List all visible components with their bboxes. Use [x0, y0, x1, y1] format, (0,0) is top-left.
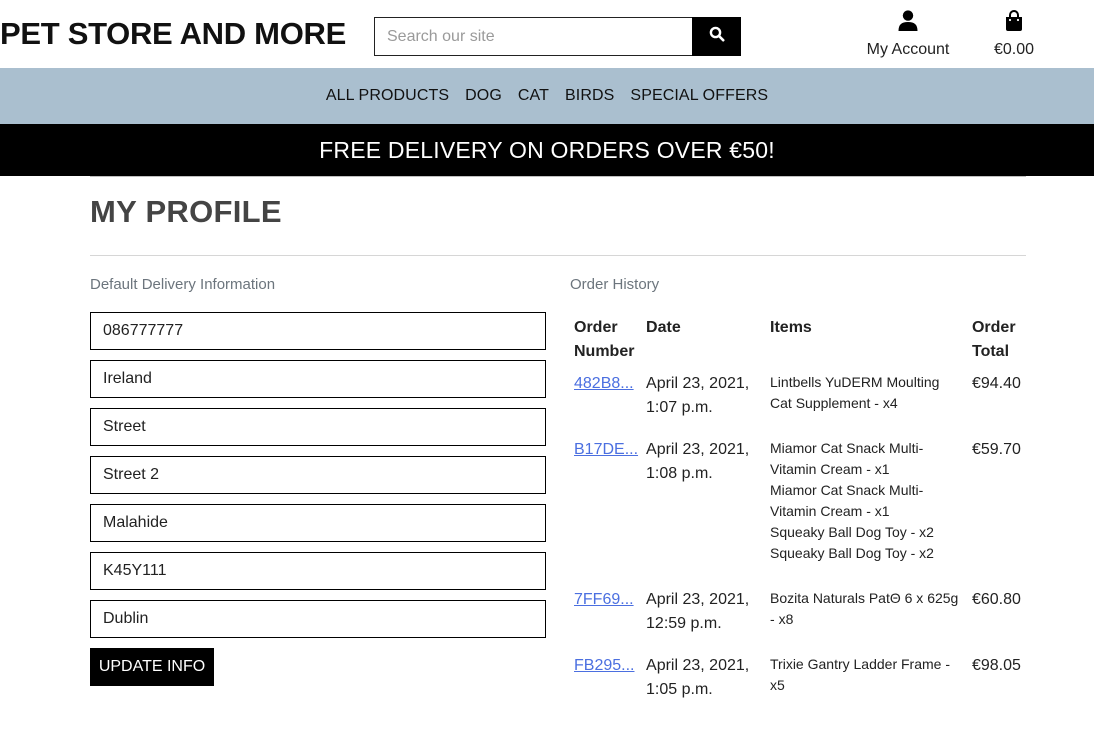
order-items-list: Bozita Naturals PatΘ 6 x 625g - x8 — [770, 588, 964, 630]
order-history-label: Order History — [570, 276, 660, 293]
update-info-button[interactable]: UPDATE INFO — [90, 648, 214, 686]
order-total: €98.05 — [971, 657, 1021, 674]
phone-number-field[interactable] — [90, 312, 546, 350]
street-address-2-field[interactable] — [90, 456, 546, 494]
order-date: April 23, 2021, 1:08 p.m. — [646, 441, 750, 482]
street-address-1-field[interactable] — [90, 408, 546, 446]
user-icon — [898, 10, 918, 41]
delivery-banner: FREE DELIVERY ON ORDERS OVER €50! — [0, 124, 1094, 176]
order-item: Trixie Gantry Ladder Frame - x5 — [770, 656, 950, 693]
order-item: Squeaky Ball Dog Toy - x2 — [770, 524, 934, 540]
my-account-label: My Account — [866, 41, 950, 58]
delivery-form — [90, 312, 546, 648]
shopping-bag-link[interactable]: €0.00 — [988, 10, 1040, 59]
nav-item-birds[interactable]: BIRDS — [565, 87, 614, 105]
delivery-section-label: Default Delivery Information — [90, 276, 276, 293]
order-total: €59.70 — [971, 441, 1021, 458]
order-date: April 23, 2021, 1:07 p.m. — [646, 375, 750, 416]
header-order-total: Order Total — [971, 319, 1016, 360]
order-number-link[interactable]: 482B8... — [574, 372, 634, 396]
order-number-link[interactable]: FB295... — [574, 654, 634, 678]
order-items-list: Lintbells YuDERM Moulting Cat Supplement… — [770, 372, 964, 414]
site-logo[interactable]: PET STORE AND MORE — [0, 16, 346, 52]
order-items-list: Trixie Gantry Ladder Frame - x5 — [770, 654, 964, 696]
order-date: April 23, 2021, 1:05 p.m. — [646, 657, 750, 698]
divider-title — [90, 255, 1026, 256]
postcode-field[interactable] — [90, 552, 546, 590]
search-input[interactable] — [374, 17, 692, 56]
county-field[interactable] — [90, 600, 546, 638]
main-nav: ALL PRODUCTS DOG CAT BIRDS SPECIAL OFFER… — [0, 68, 1094, 124]
table-row: 482B8... April 23, 2021, 1:07 p.m. Lintb… — [570, 372, 1026, 438]
nav-item-all-products[interactable]: ALL PRODUCTS — [326, 87, 449, 105]
order-item: Lintbells YuDERM Moulting Cat Supplement… — [770, 374, 940, 411]
order-number-link[interactable]: 7FF69... — [574, 588, 634, 612]
order-total: €94.40 — [971, 375, 1021, 392]
nav-item-special-offers[interactable]: SPECIAL OFFERS — [630, 87, 768, 105]
table-header-row: Order Number Date Items Order Total — [570, 316, 1026, 372]
site-header: PET STORE AND MORE My Account — [0, 0, 1094, 68]
search-form — [374, 17, 741, 56]
table-row: FB295... April 23, 2021, 1:05 p.m. Trixi… — [570, 654, 1026, 704]
bag-total: €0.00 — [993, 41, 1035, 58]
order-item: Miamor Cat Snack Multi-Vitamin Cream - x… — [770, 440, 924, 477]
order-item: Miamor Cat Snack Multi-Vitamin Cream - x… — [770, 482, 924, 519]
town-city-field[interactable] — [90, 504, 546, 542]
shopping-bag-icon — [1005, 10, 1023, 41]
header-date: Date — [646, 319, 681, 336]
order-number-link[interactable]: B17DE... — [574, 438, 638, 462]
search-button[interactable] — [692, 17, 741, 56]
divider-top — [90, 176, 1026, 177]
nav-item-dog[interactable]: DOG — [465, 87, 502, 105]
order-total: €60.80 — [971, 591, 1021, 608]
nav-item-cat[interactable]: CAT — [518, 87, 549, 105]
order-item: Bozita Naturals PatΘ 6 x 625g - x8 — [770, 590, 959, 627]
country-field[interactable] — [90, 360, 546, 398]
header-order-number: Order Number — [574, 319, 635, 360]
banner-text: FREE DELIVERY ON ORDERS OVER €50! — [319, 136, 775, 163]
search-icon — [709, 26, 725, 47]
header-items: Items — [770, 319, 812, 336]
order-date: April 23, 2021, 12:59 p.m. — [646, 591, 750, 632]
order-history-table: Order Number Date Items Order Total 482B… — [570, 316, 1026, 704]
table-row: B17DE... April 23, 2021, 1:08 p.m. Miamo… — [570, 438, 1026, 588]
page-title: MY PROFILE — [90, 194, 282, 229]
order-item: Squeaky Ball Dog Toy - x2 — [770, 545, 934, 561]
my-account-link[interactable]: My Account — [864, 10, 952, 59]
table-row: 7FF69... April 23, 2021, 12:59 p.m. Bozi… — [570, 588, 1026, 654]
order-items-list: Miamor Cat Snack Multi-Vitamin Cream - x… — [770, 438, 964, 564]
